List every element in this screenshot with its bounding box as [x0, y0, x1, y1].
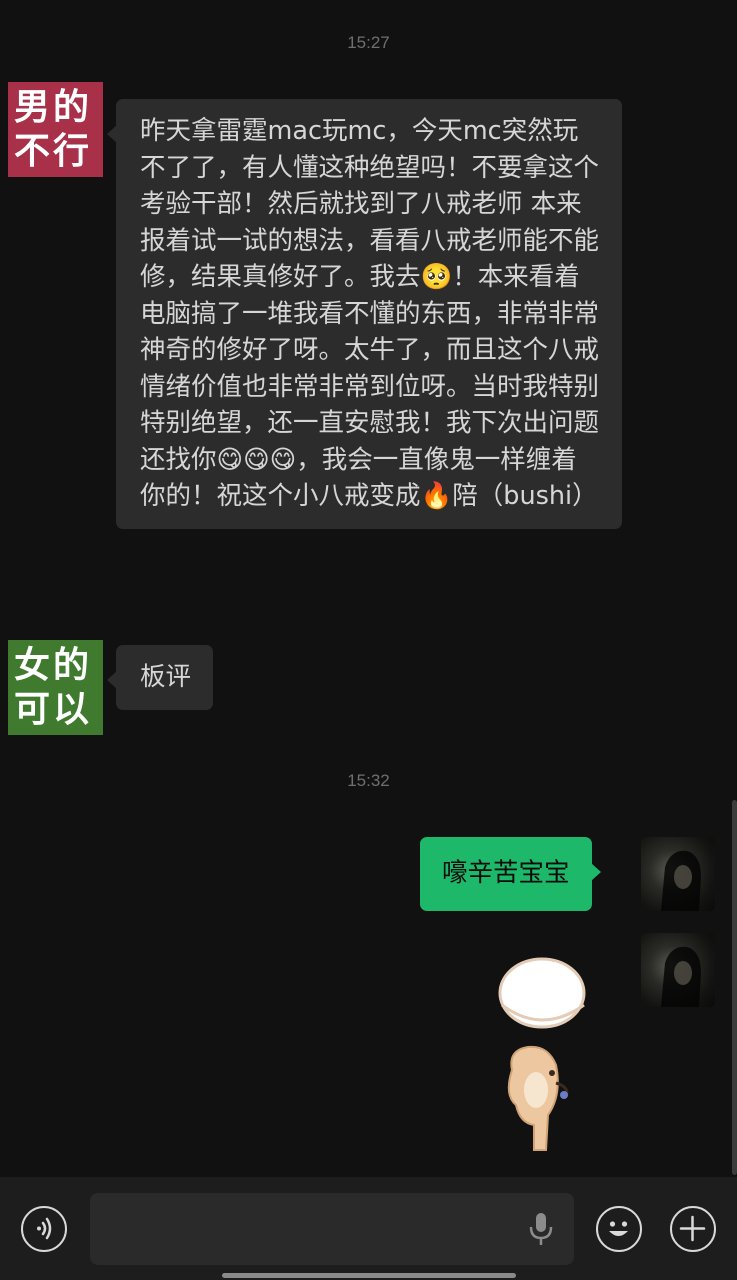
- incoming-message-bubble[interactable]: 昨天拿雷霆mac玩mc，今天mc突然玩不了了，有人懂这种绝望吗！不要拿这个考验干…: [107, 99, 622, 529]
- voice-icon[interactable]: [21, 1206, 67, 1252]
- mic-icon[interactable]: [528, 1212, 554, 1246]
- input-bar: [0, 1177, 737, 1280]
- self-avatar[interactable]: [641, 837, 715, 911]
- home-indicator[interactable]: [222, 1273, 516, 1278]
- self-avatar[interactable]: [641, 933, 715, 1007]
- scrollbar[interactable]: [732, 800, 737, 1175]
- chat-screen: 15:27 男的 不行 昨天拿雷霆mac玩mc，今天mc突然玩不了了，有人懂这种…: [0, 0, 737, 1280]
- sticker-image[interactable]: [490, 955, 595, 1155]
- plus-icon[interactable]: [670, 1206, 716, 1252]
- sender-avatar-label[interactable]: 男的 不行: [8, 82, 103, 177]
- timestamp: 15:32: [347, 771, 390, 790]
- outgoing-message-bubble[interactable]: 嚎辛苦宝宝: [420, 837, 601, 911]
- incoming-message-bubble[interactable]: 板评: [106, 645, 214, 710]
- sender-avatar-label[interactable]: 女的 可以: [8, 640, 103, 735]
- message-input[interactable]: [90, 1193, 574, 1265]
- timestamp: 15:27: [347, 33, 390, 52]
- emoji-icon[interactable]: [596, 1206, 642, 1252]
